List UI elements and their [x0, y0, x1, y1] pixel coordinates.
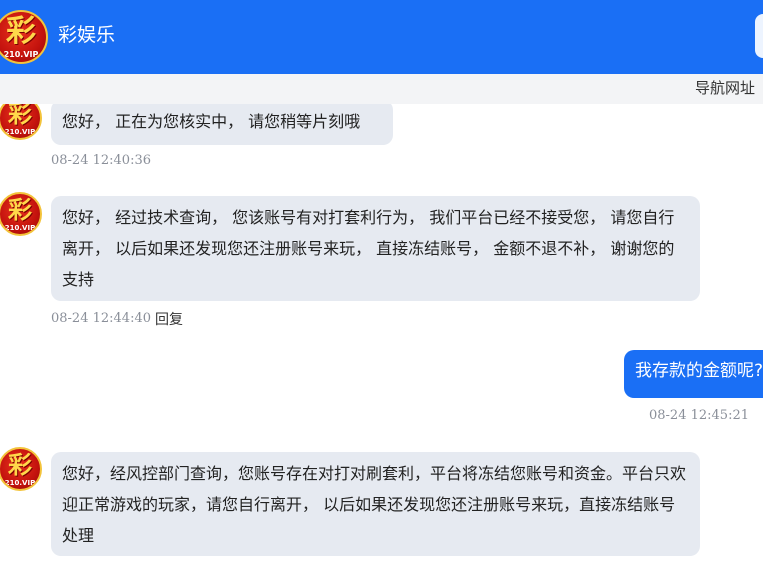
avatar-glyph: 彩 — [8, 104, 32, 128]
reply-button[interactable]: 回复 — [155, 309, 183, 329]
agent-message-bubble: 您好， 经过技术查询， 您该账号有对打套利行为， 我们平台已经不接受您， 请您自… — [51, 196, 700, 301]
logo-glyph: 彩 — [6, 14, 36, 49]
agent-avatar-icon: 彩 210.VIP — [0, 447, 42, 491]
chat-area[interactable]: 彩 210.VIP 您好， 正在为您核实中， 请您稍等片刻哦 08-24 12:… — [0, 104, 763, 566]
logo-text: 210.VIP — [3, 50, 39, 59]
agent-message-bubble: 您好，经风控部门查询，您账号存在对打对刷套利，平台将冻结您账号和资金。平台只欢迎… — [51, 452, 700, 556]
avatar-text: 210.VIP — [4, 128, 36, 136]
agent-avatar-icon: 彩 210.VIP — [0, 104, 42, 140]
message-timestamp: 08-24 12:44:40 — [51, 311, 151, 326]
app-header: 彩 210.VIP 彩娱乐 — [0, 0, 763, 74]
agent-message-bubble: 您好， 正在为您核实中， 请您稍等片刻哦 — [51, 104, 393, 145]
nav-bar: 导航网址 — [0, 74, 763, 104]
avatar-glyph: 彩 — [8, 195, 32, 224]
avatar-text: 210.VIP — [4, 479, 36, 487]
agent-avatar-icon: 彩 210.VIP — [0, 192, 42, 236]
app-title: 彩娱乐 — [58, 24, 116, 46]
brand-logo-icon: 彩 210.VIP — [0, 10, 48, 64]
avatar-text: 210.VIP — [4, 224, 36, 232]
header-side-button[interactable] — [755, 14, 763, 58]
message-timestamp: 08-24 12:40:36 — [51, 153, 151, 168]
message-timestamp: 08-24 12:45:21 — [649, 408, 749, 423]
user-message-bubble: 我存款的金额呢? — [624, 350, 763, 398]
nav-url-link[interactable]: 导航网址 — [695, 77, 755, 99]
avatar-glyph: 彩 — [8, 450, 32, 479]
